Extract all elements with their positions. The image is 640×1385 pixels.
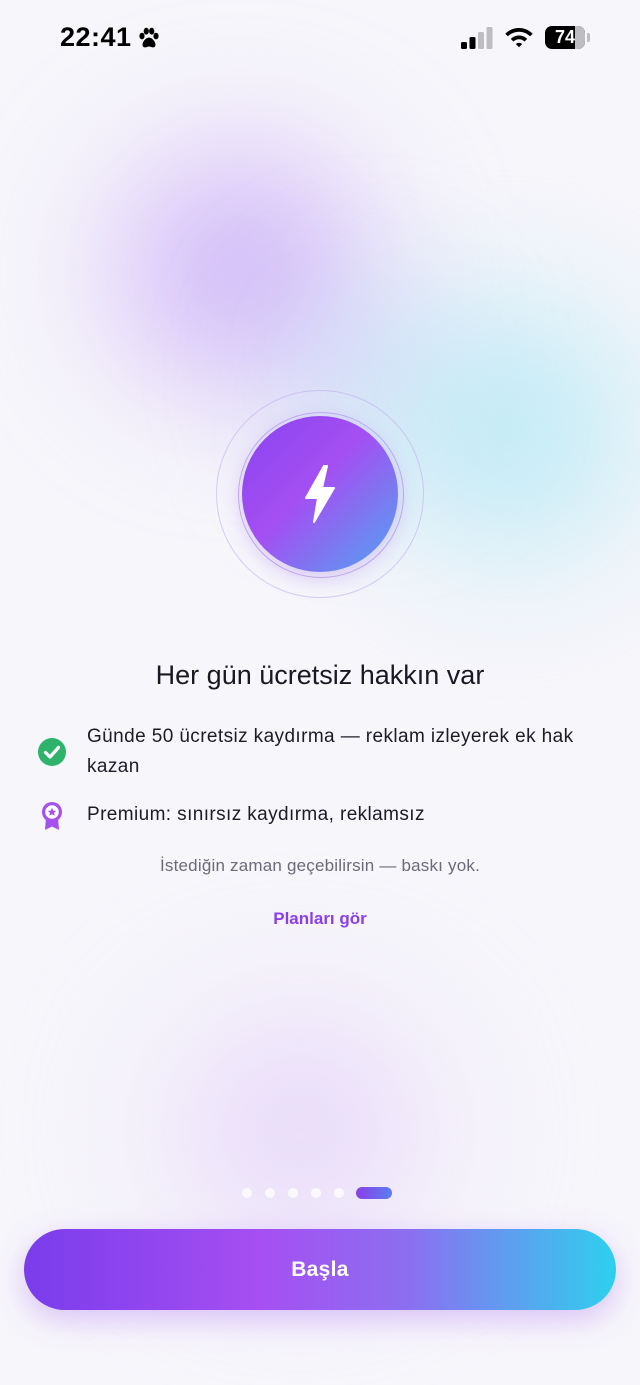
page-dot[interactable] [333, 1187, 345, 1199]
page-title: Her gün ücretsiz hakkın var [155, 660, 485, 690]
feature-text: Premium: sınırsız kaydırma, reklamsız [87, 804, 425, 825]
start-button[interactable]: Başla [24, 1229, 616, 1310]
page-dot[interactable] [264, 1187, 276, 1199]
check-circle-icon [38, 738, 66, 766]
hero-illustration [216, 390, 424, 598]
battery-percentage: 74 [554, 27, 576, 47]
wifi-icon [505, 28, 533, 48]
feature-text: Günde 50 ücretsiz kaydırma — reklam izle… [87, 726, 574, 777]
status-bar: 22:41 74 [0, 0, 640, 76]
page-indicator [241, 1187, 392, 1199]
background-gradient [0, 0, 640, 1385]
page-dot[interactable] [310, 1187, 322, 1199]
page-dot[interactable] [241, 1187, 253, 1199]
reassurance-text: İstediğin zaman geçebilirsin — baskı yok… [159, 856, 480, 875]
start-button-label: Başla [291, 1258, 349, 1281]
bolt-circle [242, 416, 398, 572]
status-time: 22:41 [60, 22, 132, 52]
paw-icon [139, 27, 159, 48]
lightning-bolt-icon [305, 465, 335, 523]
page-dot[interactable] [287, 1187, 299, 1199]
battery-icon: 74 [545, 26, 591, 49]
premium-badge-icon [42, 802, 62, 830]
see-plans-link[interactable]: Planları gör [0, 909, 640, 929]
signal-icon [461, 27, 493, 49]
page-dot-active[interactable] [356, 1187, 392, 1199]
